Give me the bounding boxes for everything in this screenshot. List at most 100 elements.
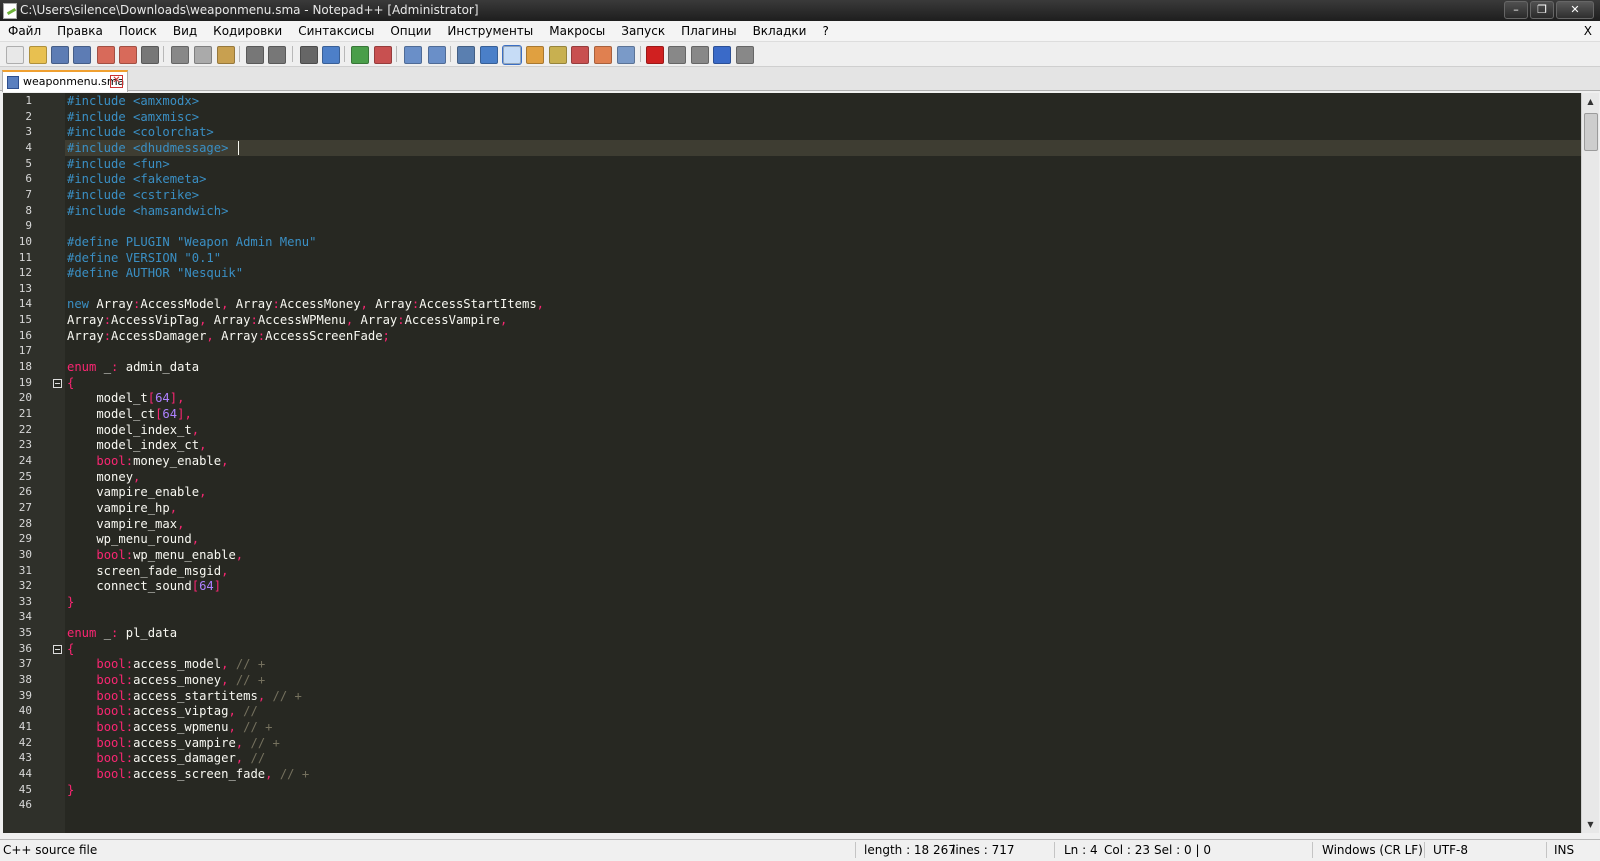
code-line[interactable]: 14 new Array:AccessModel, Array:AccessMon… <box>19 296 1581 312</box>
sync-vertical-icon[interactable] <box>404 46 422 64</box>
scroll-up-icon[interactable]: ▲ <box>1582 93 1599 110</box>
menu-help[interactable]: ? <box>814 21 836 41</box>
open-file-icon[interactable] <box>29 46 47 64</box>
notepadpp-app-icon[interactable] <box>3 3 17 19</box>
fold-toggle-icon[interactable] <box>53 379 62 388</box>
menu-tools[interactable]: Инструменты <box>439 21 541 41</box>
menu-plugins[interactable]: Плагины <box>673 21 744 41</box>
menu-file[interactable]: Файл <box>0 21 49 41</box>
code-line[interactable]: 31 screen_fade_msgid, <box>19 563 1581 579</box>
code-line[interactable]: 41 bool:access_wpmenu, // + <box>19 719 1581 735</box>
code-line[interactable]: 37 bool:access_model, // + <box>19 656 1581 672</box>
show-all-chars-icon[interactable] <box>480 46 498 64</box>
code-line[interactable]: 46 <box>19 797 1581 813</box>
new-file-icon[interactable] <box>6 46 24 64</box>
maximize-button[interactable]: ❐ <box>1530 1 1554 19</box>
code-line[interactable]: 30 bool:wp_menu_enable, <box>19 547 1581 563</box>
redo-icon[interactable] <box>268 46 286 64</box>
scroll-down-icon[interactable]: ▼ <box>1582 816 1599 833</box>
code-line[interactable]: 45} <box>19 782 1581 798</box>
code-line[interactable]: 44 bool:access_screen_fade, // + <box>19 766 1581 782</box>
paste-icon[interactable] <box>217 46 235 64</box>
code-line[interactable]: 11 #define VERSION "0.1" <box>19 250 1581 266</box>
fold-toggle-icon[interactable] <box>53 645 62 654</box>
code-line[interactable]: 20 model_t[64], <box>19 390 1581 406</box>
code-line[interactable]: 1 #include <amxmodx> <box>25 93 1581 109</box>
code-line[interactable]: 19 { <box>19 375 1581 391</box>
code-line[interactable]: 38 bool:access_money, // + <box>19 672 1581 688</box>
menu-encoding[interactable]: Кодировки <box>205 21 290 41</box>
code-line[interactable]: 8 #include <hamsandwich> <box>25 203 1581 219</box>
code-editor[interactable]: 1 #include <amxmodx> 2 #include <amxmisc> 3 #… <box>3 93 1581 833</box>
run-macro-multiple-icon[interactable] <box>713 46 731 64</box>
code-line[interactable]: 42 bool:access_vampire, // + <box>19 735 1581 751</box>
close-file-icon[interactable] <box>97 46 115 64</box>
save-macro-icon[interactable] <box>736 46 754 64</box>
menu-search[interactable]: Поиск <box>111 21 165 41</box>
save-all-icon[interactable] <box>73 46 91 64</box>
zoom-in-icon[interactable] <box>351 46 369 64</box>
close-all-icon[interactable] <box>119 46 137 64</box>
code-line[interactable]: 24 bool:money_enable, <box>19 453 1581 469</box>
status-insert-mode[interactable]: INS <box>1554 843 1574 857</box>
code-line[interactable]: 7 #include <cstrike> <box>25 187 1581 203</box>
minimize-button[interactable]: – <box>1504 1 1528 19</box>
code-line[interactable]: 22 model_index_t, <box>19 422 1581 438</box>
code-line[interactable]: 34 <box>19 609 1581 625</box>
code-line[interactable]: 26 vampire_enable, <box>19 484 1581 500</box>
cut-icon[interactable] <box>171 46 189 64</box>
menu-run[interactable]: Запуск <box>613 21 673 41</box>
code-line[interactable]: 27 vampire_hp, <box>19 500 1581 516</box>
code-line[interactable]: 13 <box>19 281 1581 297</box>
code-line[interactable]: 23 model_index_ct, <box>19 437 1581 453</box>
menu-language[interactable]: Синтаксисы <box>290 21 382 41</box>
menu-macro[interactable]: Макросы <box>541 21 613 41</box>
menu-view[interactable]: Вид <box>165 21 205 41</box>
code-line[interactable]: 21 model_ct[64], <box>19 406 1581 422</box>
copy-icon[interactable] <box>194 46 212 64</box>
code-line[interactable]: 2 #include <amxmisc> <box>25 109 1581 125</box>
status-eol[interactable]: Windows (CR LF) <box>1322 843 1423 857</box>
folder-as-workspace-icon[interactable] <box>594 46 612 64</box>
code-line[interactable]: 10 #define PLUGIN "Weapon Admin Menu" <box>19 234 1581 250</box>
code-line[interactable]: 15 Array:AccessVipTag, Array:AccessWPMenu… <box>19 312 1581 328</box>
find-icon[interactable] <box>300 46 318 64</box>
play-macro-icon[interactable] <box>691 46 709 64</box>
record-macro-icon[interactable] <box>646 46 664 64</box>
code-line[interactable]: 28 vampire_max, <box>19 516 1581 532</box>
menu-edit[interactable]: Правка <box>49 21 111 41</box>
undo-icon[interactable] <box>246 46 264 64</box>
code-line[interactable]: 29 wp_menu_round, <box>19 531 1581 547</box>
scroll-thumb[interactable] <box>1584 113 1598 151</box>
vertical-scrollbar[interactable]: ▲ ▼ <box>1581 93 1599 833</box>
code-line[interactable]: 35 enum _: pl_data <box>19 625 1581 641</box>
code-line[interactable]: 39 bool:access_startitems, // + <box>19 688 1581 704</box>
sync-horizontal-icon[interactable] <box>428 46 446 64</box>
menu-settings[interactable]: Опции <box>382 21 439 41</box>
window-close-button[interactable]: ✕ <box>1556 1 1594 19</box>
code-line[interactable]: 9 <box>25 218 1581 234</box>
function-list-icon[interactable] <box>571 46 589 64</box>
tab-weaponmenu[interactable]: weaponmenu.sma ✕ <box>2 70 128 92</box>
monitoring-icon[interactable] <box>617 46 635 64</box>
indent-guide-icon[interactable] <box>502 45 522 65</box>
code-line[interactable]: 12 #define AUTHOR "Nesquik" <box>19 265 1581 281</box>
stop-macro-icon[interactable] <box>668 46 686 64</box>
status-encoding[interactable]: UTF-8 <box>1433 843 1468 857</box>
tab-close-icon[interactable]: ✕ <box>110 75 123 88</box>
code-line[interactable]: 18 enum _: admin_data <box>19 359 1581 375</box>
code-line[interactable]: 4 #include <dhudmessage> <box>25 140 1581 156</box>
code-line[interactable]: 16 Array:AccessDamager, Array:AccessScree… <box>19 328 1581 344</box>
word-wrap-icon[interactable] <box>457 46 475 64</box>
code-line[interactable]: 40 bool:access_viptag, // <box>19 703 1581 719</box>
code-line[interactable]: 33} <box>19 594 1581 610</box>
code-line[interactable]: 6 #include <fakemeta> <box>25 171 1581 187</box>
close-document-button[interactable]: X <box>1584 21 1592 41</box>
code-line[interactable]: 5 #include <fun> <box>25 156 1581 172</box>
zoom-out-icon[interactable] <box>374 46 392 64</box>
print-icon[interactable] <box>141 46 159 64</box>
code-line[interactable]: 43 bool:access_damager, // <box>19 750 1581 766</box>
menu-window[interactable]: Вкладки <box>745 21 815 41</box>
code-line[interactable]: 32 connect_sound[64] <box>19 578 1581 594</box>
replace-icon[interactable] <box>322 46 340 64</box>
